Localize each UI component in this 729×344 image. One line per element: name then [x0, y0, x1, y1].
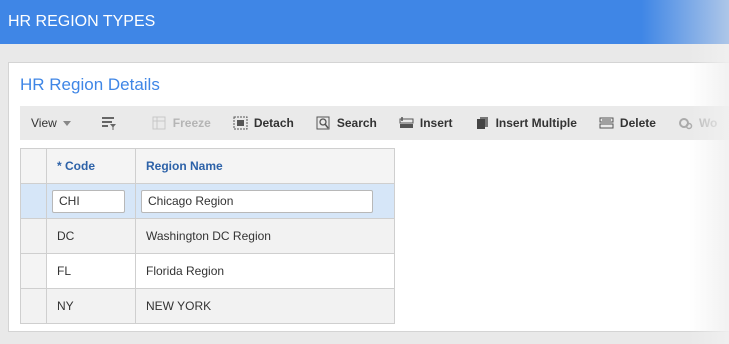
table-row[interactable]: DC Washington DC Region — [20, 218, 395, 254]
insert-row-icon — [399, 116, 414, 130]
region-name-cell[interactable]: Florida Region — [135, 253, 395, 289]
insert-multiple-label: Insert Multiple — [495, 116, 577, 130]
search-icon — [316, 116, 331, 130]
row-selector[interactable] — [20, 253, 47, 289]
region-name-cell[interactable]: NEW YORK — [135, 288, 395, 324]
page-title: HR REGION TYPES — [8, 13, 156, 30]
chevron-down-icon — [62, 120, 71, 126]
filter-icon — [101, 116, 116, 130]
column-header-code[interactable]: * Code — [46, 148, 136, 184]
code-cell[interactable]: FL — [46, 253, 136, 289]
workflow-label-partial: Wo — [698, 116, 718, 130]
region-name-input[interactable] — [141, 189, 373, 213]
region-details-panel: HR Region Details View Freeze Detach Sea… — [8, 62, 729, 332]
filter-button[interactable] — [101, 116, 122, 130]
row-selector[interactable] — [20, 218, 47, 254]
detach-icon — [233, 116, 248, 130]
search-label: Search — [336, 116, 377, 130]
gear-icon — [678, 116, 693, 130]
view-menu-button[interactable]: View — [31, 116, 71, 130]
table-row[interactable]: NY NEW YORK — [20, 288, 395, 324]
freeze-icon — [152, 116, 167, 130]
detach-button[interactable]: Detach — [233, 116, 294, 130]
delete-button[interactable]: Delete — [599, 116, 656, 130]
row-selector[interactable] — [20, 288, 47, 324]
insert-label: Insert — [419, 116, 453, 130]
app-header-bar: HR REGION TYPES — [0, 0, 729, 44]
table-row[interactable] — [20, 183, 395, 219]
table-row[interactable]: FL Florida Region — [20, 253, 395, 289]
grid-toolbar: View Freeze Detach Search Insert Insert … — [20, 106, 729, 140]
detach-label: Detach — [253, 116, 294, 130]
insert-multiple-icon — [475, 116, 490, 130]
code-cell[interactable] — [46, 183, 136, 219]
search-button[interactable]: Search — [316, 116, 377, 130]
freeze-label: Freeze — [172, 116, 211, 130]
delete-label: Delete — [619, 116, 656, 130]
table-header-row: * Code Region Name — [20, 148, 395, 184]
view-label: View — [31, 116, 57, 130]
column-header-region-name[interactable]: Region Name — [135, 148, 395, 184]
code-cell[interactable]: DC — [46, 218, 136, 254]
insert-multiple-button[interactable]: Insert Multiple — [475, 116, 577, 130]
panel-title: HR Region Details — [20, 75, 160, 94]
code-cell[interactable]: NY — [46, 288, 136, 324]
region-table: * Code Region Name DC Washington DC Regi… — [20, 148, 395, 324]
row-selector-header — [20, 148, 47, 184]
code-input[interactable] — [52, 189, 125, 213]
workflow-button[interactable]: Wo — [678, 116, 717, 130]
region-name-cell[interactable]: Washington DC Region — [135, 218, 395, 254]
insert-button[interactable]: Insert — [399, 116, 453, 130]
delete-row-icon — [599, 116, 614, 130]
freeze-button[interactable]: Freeze — [152, 116, 211, 130]
row-selector[interactable] — [20, 183, 47, 219]
region-name-cell[interactable] — [135, 183, 395, 219]
